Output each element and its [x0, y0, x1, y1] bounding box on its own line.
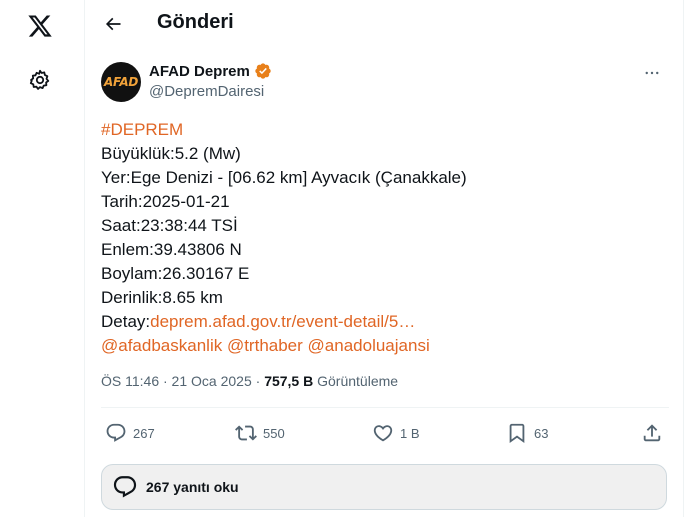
detail-label: Detay: [101, 312, 151, 331]
repost-icon [235, 425, 257, 441]
heart-icon [373, 425, 393, 442]
gear-icon [29, 69, 50, 90]
latitude-line: Enlem:39.43806 N [101, 240, 242, 259]
detail-link[interactable]: deprem.afad.gov.tr/event-detail/5… [150, 312, 415, 331]
left-nav [0, 0, 84, 517]
back-button[interactable] [95, 6, 131, 42]
like-button[interactable]: 1 B [372, 420, 420, 446]
magnitude-line: Büyüklük:5.2 (Mw) [101, 144, 241, 163]
author-name-row: AFAD Deprem [149, 62, 272, 80]
bookmark-icon [509, 423, 525, 444]
location-line: Yer:Ege Denizi - [06.62 km] Ayvacık (Çan… [101, 168, 467, 187]
hashtag-line: #DEPREM [101, 118, 669, 142]
divider [101, 407, 669, 408]
avatar-logo-text: AFAD [104, 75, 138, 89]
mention-link[interactable]: @anadoluajansi [308, 336, 430, 355]
bookmark-count: 63 [534, 425, 549, 441]
read-replies-label: 267 yanıtı oku [146, 479, 239, 495]
share-button[interactable] [641, 420, 663, 446]
depth-line: Derinlik:8.65 km [101, 288, 223, 307]
author-name[interactable]: AFAD Deprem [149, 63, 250, 80]
page-header: Gönderi [85, 0, 685, 48]
speech-bubble-icon [113, 476, 137, 498]
views-label: Görüntüleme [317, 373, 399, 389]
page-title: Gönderi [157, 11, 234, 33]
bookmark-button[interactable]: 63 [506, 420, 548, 446]
views-count: 757,5 B [264, 373, 314, 389]
x-logo-button[interactable] [14, 0, 66, 52]
more-options-button[interactable] [635, 60, 669, 86]
repost-button[interactable]: 550 [235, 420, 285, 446]
tweet-meta: ÖS 11:46 · 21 Oca 2025 · 757,5 B Görüntü… [101, 373, 398, 389]
hashtag-link[interactable]: #DEPREM [101, 120, 183, 139]
author-block: AFAD Deprem @DepremDairesi [149, 62, 272, 100]
author-handle[interactable]: @DepremDairesi [149, 83, 272, 100]
timestamp[interactable]: ÖS 11:46 · 21 Oca 2025 [101, 373, 252, 389]
verified-badge-icon [255, 63, 271, 79]
mention-link[interactable]: @trthaber [227, 336, 303, 355]
mention-link[interactable]: @afadbaskanlik [101, 336, 222, 355]
meta-separator: · [251, 373, 265, 389]
like-count: 1 B [400, 425, 420, 441]
repost-count: 550 [263, 425, 285, 441]
reply-count: 267 [133, 425, 155, 441]
detail-line: Detay:deprem.afad.gov.tr/event-detail/5… [101, 310, 669, 334]
tweet-text: #DEPREM Büyüklük:5.2 (Mw) Yer:Ege Denizi… [101, 118, 669, 358]
more-horizontal-icon [645, 71, 659, 75]
read-replies-button[interactable]: 267 yanıtı oku [101, 464, 667, 510]
longitude-line: Boylam:26.30167 E [101, 264, 250, 283]
app: Gönderi AFAD AFAD Deprem @DepremDairesi [0, 0, 692, 517]
time-line: Saat:23:38:44 TSİ [101, 216, 238, 235]
avatar[interactable]: AFAD [101, 62, 141, 102]
main-column: Gönderi AFAD AFAD Deprem @DepremDairesi [84, 0, 684, 517]
action-bar: 267 550 1 B 63 [101, 420, 669, 446]
mentions-line: @afadbaskanlik @trthaber @anadoluajansi [101, 334, 669, 358]
reply-icon [106, 423, 126, 442]
share-icon [643, 424, 661, 442]
divider [101, 461, 669, 462]
x-logo-icon [28, 15, 52, 37]
reply-button[interactable]: 267 [105, 420, 155, 446]
date-line: Tarih:2025-01-21 [101, 192, 230, 211]
arrow-left-icon [105, 17, 121, 31]
settings-button[interactable] [14, 54, 66, 106]
